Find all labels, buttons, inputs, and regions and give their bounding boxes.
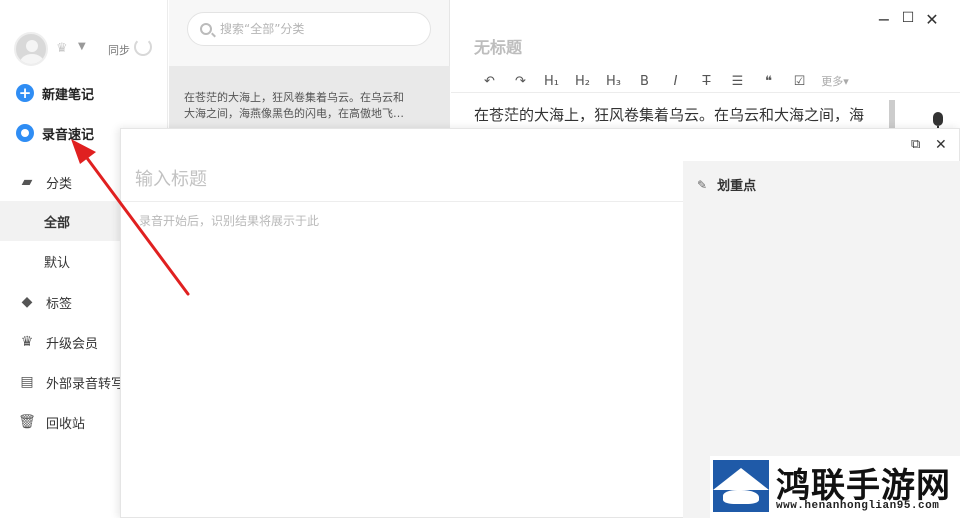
- search-box[interactable]: [187, 12, 431, 46]
- sidebar-item-label: 分类: [46, 176, 73, 192]
- recorder-icon: ▤: [20, 374, 34, 390]
- crown-icon[interactable]: ♛: [56, 41, 68, 56]
- voice-note-button[interactable]: 录音速记: [16, 122, 94, 144]
- sync-label[interactable]: 同步: [108, 42, 130, 58]
- sidebar-item-label: 全部: [44, 215, 71, 231]
- new-note-button[interactable]: + 新建笔记: [16, 82, 94, 104]
- sync-icon[interactable]: [134, 38, 152, 56]
- sidebar-item-label: 标签: [46, 296, 73, 312]
- editor-body[interactable]: 在苍茫的大海上，狂风卷集着乌云。在乌云和大海之间，海: [474, 104, 892, 125]
- heading2-button[interactable]: H₂: [567, 74, 598, 89]
- transcript-placeholder: 录音开始后，识别结果将展示于此: [139, 214, 320, 228]
- toolbar-divider: [451, 92, 960, 93]
- undo-icon[interactable]: ↶: [474, 74, 505, 89]
- redo-icon[interactable]: ↷: [505, 74, 536, 89]
- chevron-down-icon[interactable]: ▼: [78, 41, 86, 52]
- sidebar-item-label: 默认: [44, 255, 71, 271]
- tag-icon: ◆: [21, 294, 33, 310]
- folder-icon: ▰: [21, 174, 33, 190]
- highlights-header[interactable]: ✎ 划重点: [697, 175, 757, 195]
- profile-area: ♛ ▼ 同步: [14, 32, 164, 66]
- more-button[interactable]: 更多▾: [815, 73, 855, 89]
- watermark: 鸿联手游网 www.henanhonglian95.com: [710, 456, 960, 518]
- record-icon: [16, 124, 34, 142]
- italic-button[interactable]: I: [660, 74, 691, 89]
- quote-icon[interactable]: ❝: [753, 74, 784, 89]
- heading1-button[interactable]: H₁: [536, 74, 567, 89]
- restore-icon[interactable]: ⧉: [911, 137, 920, 152]
- search-icon: [200, 23, 212, 35]
- close-icon[interactable]: ✕: [935, 137, 947, 153]
- search-input[interactable]: [220, 22, 420, 36]
- divider-button[interactable]: ☰: [722, 74, 753, 89]
- watermark-logo: [713, 460, 769, 512]
- voice-title-input[interactable]: [135, 169, 675, 190]
- plus-icon: +: [16, 84, 34, 102]
- bold-button[interactable]: B: [629, 74, 660, 89]
- new-note-label: 新建笔记: [42, 87, 95, 103]
- microphone-icon[interactable]: [933, 112, 943, 131]
- checkbox-icon[interactable]: ☑: [784, 74, 815, 89]
- divider: [121, 201, 683, 202]
- scrollbar[interactable]: [889, 100, 895, 130]
- note-preview-line: 在苍茫的大海上，狂风卷集着乌云。在乌云和: [184, 91, 404, 104]
- maximize-button[interactable]: ☐: [898, 10, 918, 26]
- trash-icon: 🗑: [18, 414, 36, 430]
- format-toolbar: ↶ ↷ H₁ H₂ H₃ B I T ☰ ❝ ☑ 更多▾: [474, 70, 855, 92]
- sidebar-item-label: 升级会员: [46, 336, 99, 352]
- note-preview-line: 大海之间，海燕像黑色的闪电，在高傲地飞…: [184, 107, 404, 120]
- avatar[interactable]: [14, 32, 48, 66]
- pencil-icon: ✎: [697, 177, 708, 192]
- watermark-url: www.henanhonglian95.com: [776, 500, 940, 512]
- list-item[interactable]: 在苍茫的大海上，狂风卷集着乌云。在乌云和 大海之间，海燕像黑色的闪电，在高傲地飞…: [169, 66, 450, 136]
- sidebar-item-label: 回收站: [46, 416, 86, 432]
- highlights-label: 划重点: [717, 179, 757, 194]
- voice-note-label: 录音速记: [42, 127, 95, 143]
- crown-icon: ♛: [20, 334, 34, 350]
- bull-shape: [723, 490, 759, 504]
- close-button[interactable]: ✕: [922, 10, 942, 29]
- sidebar-item-label: 外部录音转写: [46, 376, 125, 392]
- mountain-shape: [713, 468, 769, 490]
- minimize-button[interactable]: −: [874, 10, 894, 29]
- heading3-button[interactable]: H₃: [598, 74, 629, 89]
- strikethrough-button[interactable]: T: [691, 74, 722, 89]
- page-title[interactable]: 无标题: [474, 34, 522, 58]
